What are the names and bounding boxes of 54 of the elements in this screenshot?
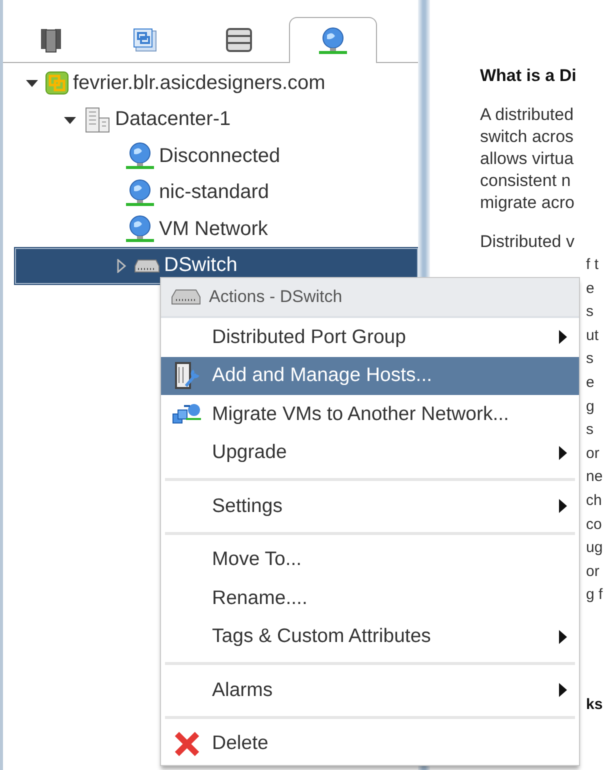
menu-item[interactable]: Rename.... xyxy=(161,579,579,618)
switch-icon xyxy=(171,289,201,305)
menu-item[interactable]: Delete xyxy=(161,724,579,763)
help-text: switch acros xyxy=(480,126,575,148)
tree-item[interactable]: Disconnected xyxy=(3,138,418,174)
tree-item[interactable]: VM Network xyxy=(3,211,418,248)
menu-item[interactable]: Alarms xyxy=(161,671,579,710)
help-text: or xyxy=(586,562,600,582)
host-wrench-icon xyxy=(174,362,200,390)
menu-item[interactable]: Upgrade xyxy=(161,434,579,472)
help-text: migrate acro xyxy=(480,192,576,214)
delete-icon xyxy=(174,730,200,757)
help-heading: What is a Di xyxy=(480,66,578,86)
network-icon xyxy=(125,142,155,170)
building-icon xyxy=(83,106,111,133)
menu-item[interactable]: Migrate VMs to Another Network... xyxy=(161,395,579,434)
menu-item[interactable]: Tags & Custom Attributes xyxy=(161,618,579,656)
tree-item[interactable]: nic-standard xyxy=(3,174,418,211)
tree-item[interactable]: fevrier.blr.asicdesigners.com xyxy=(3,65,418,102)
vm-icon xyxy=(132,27,158,53)
menu-item[interactable]: Add and Manage Hosts... xyxy=(161,356,579,395)
network-icon xyxy=(125,178,155,207)
network-icon xyxy=(318,26,348,54)
help-text: g f xyxy=(586,585,604,606)
help-heading: ks xyxy=(586,694,604,715)
switch-icon xyxy=(134,258,160,273)
navigator-tab[interactable] xyxy=(289,17,377,63)
help-text: consistent n xyxy=(480,170,572,192)
vcenter-icon xyxy=(45,71,69,96)
network-icon xyxy=(125,215,155,244)
help-text: g xyxy=(586,396,596,417)
help-text: e xyxy=(586,278,596,299)
help-text: Distributed v xyxy=(480,231,576,253)
menu-item[interactable]: Move To... xyxy=(161,540,579,579)
help-text: s xyxy=(586,302,594,322)
help-text: ug xyxy=(586,538,604,558)
help-text: s xyxy=(586,349,594,370)
help-text: or xyxy=(586,444,600,464)
migrate-icon xyxy=(172,402,202,426)
help-text: allows virtua xyxy=(480,148,575,170)
help-text: A distributed xyxy=(480,104,575,126)
help-text: f t xyxy=(586,255,600,275)
menu-title: Actions - DSwitch xyxy=(209,287,342,307)
server-icon xyxy=(40,27,62,53)
menu-item[interactable]: Distributed Port Group xyxy=(161,318,579,356)
help-text: ch xyxy=(586,490,603,511)
help-text: e xyxy=(586,372,596,393)
help-text: ne xyxy=(586,467,604,488)
menu-item[interactable]: Settings xyxy=(161,487,579,526)
help-text: co xyxy=(586,514,603,535)
tree-item[interactable]: Datacenter-1 xyxy=(3,102,418,138)
help-text: ut xyxy=(586,326,600,346)
storage-icon xyxy=(226,28,252,52)
help-text: s xyxy=(586,420,594,440)
